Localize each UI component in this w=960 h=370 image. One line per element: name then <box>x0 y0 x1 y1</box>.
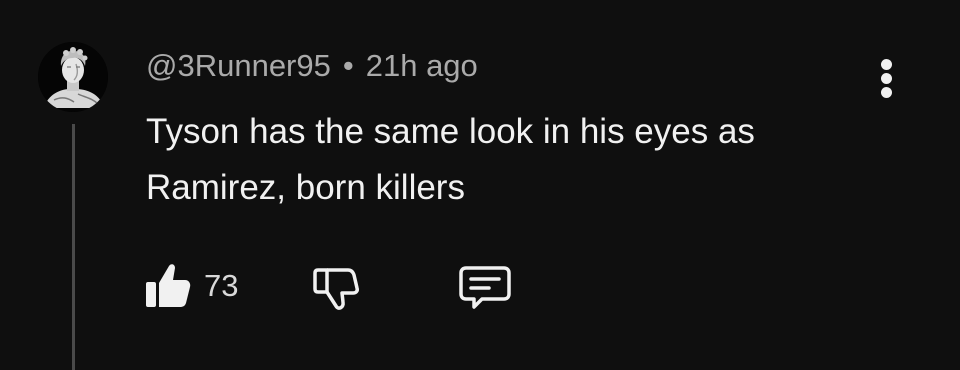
dislike-button[interactable] <box>310 258 362 314</box>
thumbs-up-icon <box>146 264 191 307</box>
comment-card: @3Runner95 • 21h ago Tyson has the same lo… <box>0 0 960 370</box>
meta-separator: • <box>342 48 354 83</box>
like-count: 73 <box>204 268 239 303</box>
thumbs-down-icon <box>313 268 359 310</box>
vertical-dots-icon <box>881 59 892 70</box>
reply-thread-line <box>72 124 75 370</box>
author-name[interactable]: @3Runner95 <box>146 48 331 83</box>
classical-bust-avatar-icon <box>38 42 108 112</box>
like-button[interactable] <box>142 258 194 314</box>
timestamp[interactable]: 21h ago <box>366 48 478 83</box>
comment-bubble-icon <box>459 266 511 309</box>
reply-button[interactable] <box>456 258 516 314</box>
vertical-dots-icon-dot <box>881 73 892 84</box>
comment-meta: @3Runner95 • 21h ago <box>146 46 478 86</box>
vertical-dots-icon-dot <box>881 87 892 98</box>
comment-text: Tyson has the same look in his eyes as R… <box>146 112 755 207</box>
avatar[interactable] <box>38 42 108 112</box>
more-options-button[interactable] <box>870 56 904 100</box>
